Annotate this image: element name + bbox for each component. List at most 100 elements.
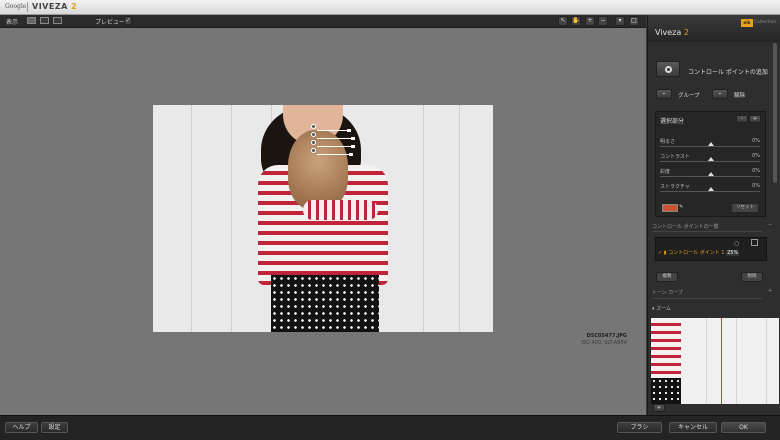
zoom-marker-line xyxy=(721,318,722,404)
single-view-button[interactable] xyxy=(27,17,36,24)
color-swatch[interactable] xyxy=(662,204,678,212)
tone-curve-expand-icon[interactable]: + xyxy=(768,288,772,294)
reset-button[interactable]: リセット xyxy=(731,203,759,213)
divider xyxy=(652,231,762,232)
hand-tool-icon[interactable]: ✋ xyxy=(571,16,581,26)
title-separator xyxy=(27,2,28,12)
show-hide-icon[interactable]: ○ xyxy=(734,240,739,247)
panel-title: Viveza 2 xyxy=(655,28,689,37)
zoom-plank xyxy=(736,318,767,404)
group-label[interactable]: グループ xyxy=(678,91,700,99)
control-point-list: ○ ✓ ▮ コントロール ポイント 1 25% xyxy=(655,237,767,261)
wood-plank xyxy=(191,105,232,332)
slider-track[interactable] xyxy=(660,176,760,177)
eyedropper-icon[interactable]: ✎ xyxy=(679,204,683,210)
slider-value: 0% xyxy=(752,138,760,144)
slider-value: 0% xyxy=(752,153,760,159)
slider-name: 明るさ xyxy=(660,139,676,145)
control-point-list-item[interactable]: ✓ ▮ コントロール ポイント 1 25% xyxy=(658,249,740,256)
wood-plank xyxy=(423,105,460,332)
contrast-slider-knob[interactable] xyxy=(351,145,355,148)
size-slider-line[interactable] xyxy=(317,130,349,131)
zoom-header[interactable]: ▾ ズーム xyxy=(652,305,671,312)
background-color-icon[interactable]: ▾ xyxy=(615,16,625,26)
size-slider-knob[interactable] xyxy=(347,129,351,132)
slider-name: ストラクチャ xyxy=(660,184,690,190)
zoom-shirt xyxy=(651,318,681,378)
zoom-plank xyxy=(681,318,707,404)
duplicate-button[interactable]: 複製 xyxy=(656,272,678,282)
mask-icon[interactable] xyxy=(751,239,758,246)
tone-curve-header[interactable]: トーン カーブ xyxy=(652,289,683,296)
ungroup-label[interactable]: 解除 xyxy=(734,91,745,99)
slider-thumb[interactable] xyxy=(708,142,714,146)
viveza-panel: Viveza 2 nik Collection コントロール ポイントの追加 ⌁… xyxy=(647,15,780,415)
help-button[interactable]: ヘルプ xyxy=(5,422,38,433)
collection-label: Collection xyxy=(754,20,777,25)
saturation-slider-line[interactable] xyxy=(317,154,351,155)
ungroup-button[interactable]: ⌁ xyxy=(712,89,728,99)
zoom-out-icon[interactable]: − xyxy=(598,16,608,26)
app-version: 2 xyxy=(71,2,78,11)
photo-exif: ISO 400, SLT-A65V xyxy=(581,340,627,346)
slider-track[interactable] xyxy=(660,161,760,162)
divider xyxy=(652,298,762,299)
slider-track[interactable] xyxy=(660,146,760,147)
photo-preview[interactable] xyxy=(153,105,493,332)
wood-plank xyxy=(153,105,192,332)
control-point-handle[interactable] xyxy=(311,140,316,145)
cp-item-value: 25% xyxy=(726,250,740,256)
slider-thumb[interactable] xyxy=(708,157,714,161)
panel-title-version: 2 xyxy=(683,28,689,37)
collapse-sliders-button[interactable]: + xyxy=(749,115,761,123)
wood-plank xyxy=(383,105,424,332)
cp-list-collapse-icon[interactable]: − xyxy=(768,222,772,228)
view-label: 表示 xyxy=(6,19,19,26)
app-name: VIVEZA xyxy=(32,2,68,11)
control-point-icon xyxy=(665,66,672,73)
cp-item-label: コントロール ポイント 1 xyxy=(668,250,725,256)
child-arm xyxy=(303,200,378,220)
bottom-bar: ヘルプ 設定 ブラシ キャンセル OK xyxy=(0,415,780,440)
panel-header: Viveza 2 nik Collection xyxy=(648,15,780,42)
cancel-button[interactable]: キャンセル xyxy=(669,422,717,433)
zoom-header-text: ズーム xyxy=(656,306,671,312)
add-control-point-label[interactable]: コントロール ポイントの追加 xyxy=(688,67,768,76)
contrast-slider-line[interactable] xyxy=(317,146,353,147)
split-view-button[interactable] xyxy=(40,17,49,24)
slider-name: 彩度 xyxy=(660,169,671,175)
expand-sliders-button[interactable]: - xyxy=(736,115,748,123)
app-title: VIVEZA 2 xyxy=(32,2,77,11)
slider-thumb[interactable] xyxy=(708,187,714,191)
saturation-slider-knob[interactable] xyxy=(349,153,353,156)
pointer-tool-icon[interactable]: ↖ xyxy=(558,16,568,26)
polka-dot-pants xyxy=(271,275,379,332)
side-by-side-view-button[interactable] xyxy=(53,17,62,24)
slider-thumb[interactable] xyxy=(708,172,714,176)
control-point-anchor[interactable] xyxy=(311,124,316,129)
brush-button[interactable]: ブラシ xyxy=(617,422,662,433)
cp-list-header[interactable]: コントロール ポイントの一覧 xyxy=(652,223,719,230)
ok-button[interactable]: OK xyxy=(721,422,766,433)
title-bar: Google VIVEZA 2 xyxy=(0,0,780,15)
panel-title-text: Viveza xyxy=(655,28,682,37)
photo-filename: DSC05477.JPG xyxy=(586,333,627,339)
delete-button[interactable]: 削除 xyxy=(741,272,763,282)
slider-track[interactable] xyxy=(660,191,760,192)
group-button[interactable]: ⌁ xyxy=(656,89,672,99)
panel-scrollbar[interactable] xyxy=(773,43,777,183)
settings-button[interactable]: 設定 xyxy=(41,422,68,433)
add-control-point-button[interactable] xyxy=(656,61,680,77)
preview-checkbox[interactable]: ✓ xyxy=(124,16,132,25)
selection-header: 選択部分 xyxy=(660,118,685,125)
zoom-in-icon[interactable]: + xyxy=(585,16,595,26)
selection-panel: 選択部分 - + 明るさ 0% コントラスト 0% 彩度 0% ストラクチャ 0… xyxy=(655,111,766,217)
brightness-slider-line[interactable] xyxy=(317,138,353,139)
fit-screen-icon[interactable]: □ xyxy=(629,16,639,26)
nik-logo: nik xyxy=(741,19,753,27)
control-point-handle[interactable] xyxy=(311,148,316,153)
zoom-preview[interactable] xyxy=(651,318,779,404)
zoom-lock-icon[interactable]: + xyxy=(653,404,665,412)
control-point-handle[interactable] xyxy=(311,132,316,137)
brightness-slider-knob[interactable] xyxy=(351,137,355,140)
